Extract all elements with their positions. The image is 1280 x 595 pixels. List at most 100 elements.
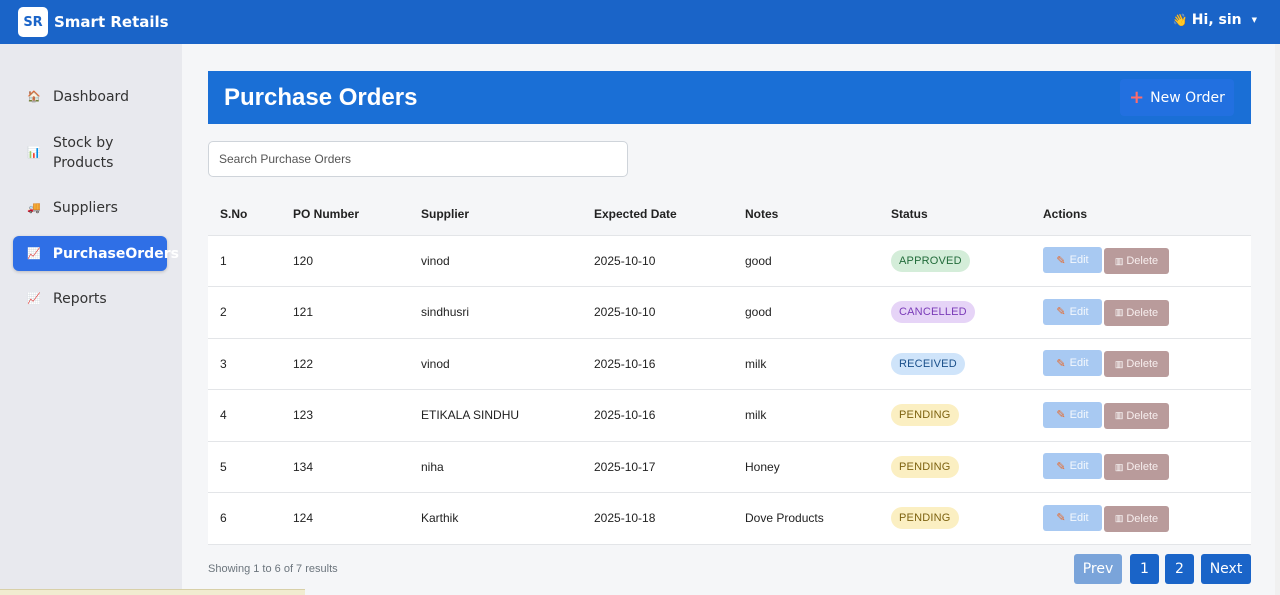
pencil-icon: ✎ xyxy=(1056,460,1066,473)
home-icon: 🏠 xyxy=(27,90,41,103)
cell-supplier: Karthik xyxy=(421,511,459,526)
trash-icon: ▥ xyxy=(1114,410,1124,421)
cell-actions: ✎ Edit ▥ Delete xyxy=(1031,441,1251,493)
sidebar-item-reports[interactable]: 📈 Reports xyxy=(13,288,167,310)
vertical-scrollbar[interactable] xyxy=(1275,44,1280,595)
cell-sno: 1 xyxy=(220,253,227,268)
cell-sno: 5 xyxy=(220,459,227,474)
cell-supplier: vinod xyxy=(421,356,450,371)
cell-supplier: vinod xyxy=(421,253,450,268)
column-header-status[interactable]: Status xyxy=(879,193,1031,235)
delete-button[interactable]: ▥ Delete xyxy=(1104,505,1169,532)
cell-notes: Dove Products xyxy=(745,511,824,526)
cell-status: APPROVED xyxy=(879,235,1031,287)
cell-po-number: 121 xyxy=(293,305,314,320)
sidebar-item-suppliers[interactable]: 🚚 Suppliers xyxy=(13,197,167,219)
next-page-button[interactable]: Next xyxy=(1201,554,1251,584)
sidebar-item-label: Suppliers xyxy=(53,200,118,216)
delete-button[interactable]: ▥ Delete xyxy=(1104,248,1169,275)
delete-label: Delete xyxy=(1126,255,1159,268)
plus-icon: + xyxy=(1129,86,1145,108)
cell-po-number: 134 xyxy=(293,459,314,474)
wave-icon: 👋 xyxy=(1172,13,1188,27)
trending-chart-icon: 📈 xyxy=(27,246,41,260)
column-header-actions: Actions xyxy=(1043,206,1088,221)
cell-actions: ✎ Edit ▥ Delete xyxy=(1031,287,1251,339)
cell-status: RECEIVED xyxy=(879,338,1031,390)
cell-expected-date: 2025-10-17 xyxy=(594,459,656,474)
sidebar-item-purchase-orders[interactable]: 📈 PurchaseOrders xyxy=(13,236,179,271)
delete-button[interactable]: ▥ Delete xyxy=(1104,351,1169,378)
pencil-icon: ✎ xyxy=(1056,357,1066,370)
cell-status: PENDING xyxy=(879,493,1031,545)
column-header-po-number[interactable]: PO Number xyxy=(281,193,409,235)
edit-button[interactable]: ✎ Edit xyxy=(1043,298,1102,325)
edit-label: Edit xyxy=(1069,254,1089,267)
browser-status-bar xyxy=(0,589,305,595)
user-menu[interactable]: 👋 Hi, sin ▼ xyxy=(1173,12,1257,28)
cell-status: PENDING xyxy=(879,441,1031,493)
search-input[interactable] xyxy=(208,141,628,177)
table-row: 3 122 vinod 2025-10-16 milk RECEIVED ✎ Ed… xyxy=(208,338,1251,390)
cell-notes: milk xyxy=(745,408,767,423)
edit-button[interactable]: ✎ Edit xyxy=(1043,247,1102,274)
column-header-sno[interactable]: S.No xyxy=(208,193,281,235)
edit-button[interactable]: ✎ Edit xyxy=(1043,504,1102,531)
top-navbar: SR Smart Retails 👋 Hi, sin ▼ xyxy=(0,0,1280,44)
delete-label: Delete xyxy=(1126,461,1159,474)
trash-icon: ▥ xyxy=(1114,513,1124,524)
app-name: Smart Retails xyxy=(54,13,169,31)
new-order-label: New Order xyxy=(1150,89,1225,106)
trash-icon: ▥ xyxy=(1114,255,1124,266)
cell-expected-date: 2025-10-16 xyxy=(594,356,656,371)
sidebar-item-dashboard[interactable]: 🏠 Dashboard xyxy=(13,86,167,108)
edit-label: Edit xyxy=(1069,460,1089,473)
cell-expected-date: 2025-10-10 xyxy=(594,305,656,320)
cell-supplier: ETIKALA SINDHU xyxy=(421,408,520,423)
sidebar-item-label: Dashboard xyxy=(53,89,129,105)
cell-status: CANCELLED xyxy=(879,287,1031,339)
new-order-button[interactable]: + New Order xyxy=(1120,79,1234,116)
edit-button[interactable]: ✎ Edit xyxy=(1043,453,1102,480)
trash-icon: ▥ xyxy=(1114,307,1124,318)
column-header-expected-date[interactable]: Expected Date xyxy=(582,193,733,235)
pencil-icon: ✎ xyxy=(1056,254,1066,267)
table-row: 1 120 vinod 2025-10-10 good APPROVED ✎ Ed… xyxy=(208,235,1251,287)
app-logo: SR xyxy=(18,7,48,37)
pencil-icon: ✎ xyxy=(1056,306,1066,319)
column-header-supplier[interactable]: Supplier xyxy=(409,193,582,235)
cell-supplier: niha xyxy=(421,459,444,474)
cell-notes: milk xyxy=(745,356,767,371)
sidebar-item-stock-by-products[interactable]: 📊 Stock by Products xyxy=(13,132,167,174)
cell-sno: 2 xyxy=(220,305,227,320)
delete-button[interactable]: ▥ Delete xyxy=(1104,402,1169,429)
cell-expected-date: 2025-10-18 xyxy=(594,511,656,526)
truck-icon: 🚚 xyxy=(27,201,41,214)
sidebar-item-label: PurchaseOrders xyxy=(52,245,179,262)
page-header: Purchase Orders + New Order xyxy=(208,71,1251,124)
status-badge: RECEIVED xyxy=(891,352,965,375)
cell-actions: ✎ Edit ▥ Delete xyxy=(1031,338,1251,390)
edit-label: Edit xyxy=(1069,511,1089,524)
status-badge: PENDING xyxy=(891,507,959,530)
page-1-button[interactable]: 1 xyxy=(1130,554,1159,584)
column-header-notes[interactable]: Notes xyxy=(733,193,879,235)
delete-label: Delete xyxy=(1126,306,1159,319)
cell-po-number: 123 xyxy=(293,408,314,423)
cell-sno: 4 xyxy=(220,408,227,423)
page-2-button[interactable]: 2 xyxy=(1165,554,1194,584)
delete-button[interactable]: ▥ Delete xyxy=(1104,454,1169,481)
edit-label: Edit xyxy=(1069,357,1089,370)
user-greeting: Hi, sin xyxy=(1191,12,1242,28)
status-badge: APPROVED xyxy=(891,249,970,272)
brand[interactable]: SR Smart Retails xyxy=(18,7,169,37)
cell-actions: ✎ Edit ▥ Delete xyxy=(1031,493,1251,545)
prev-page-button[interactable]: Prev xyxy=(1074,554,1122,584)
cell-actions: ✎ Edit ▥ Delete xyxy=(1031,390,1251,442)
status-badge: CANCELLED xyxy=(891,301,975,324)
trash-icon: ▥ xyxy=(1114,358,1124,369)
delete-button[interactable]: ▥ Delete xyxy=(1104,299,1169,326)
cell-notes: Honey xyxy=(745,459,780,474)
edit-button[interactable]: ✎ Edit xyxy=(1043,401,1102,428)
edit-button[interactable]: ✎ Edit xyxy=(1043,350,1102,377)
